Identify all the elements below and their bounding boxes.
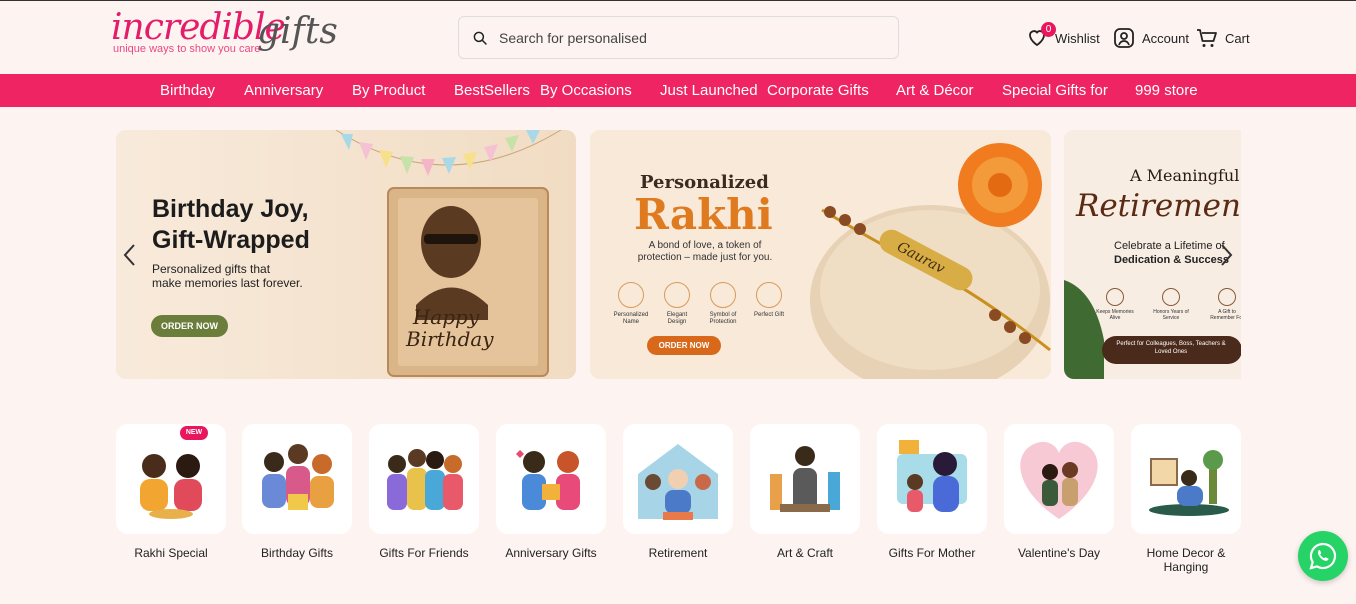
banner1-order-button[interactable]: ORDER NOW bbox=[151, 315, 228, 337]
category-art-craft[interactable]: Art & Craft bbox=[750, 424, 860, 560]
category-tile bbox=[369, 424, 479, 534]
rakhi-feature-2: Elegant Design bbox=[666, 312, 688, 325]
banner-retirement[interactable]: A Meaningful Retirement G Celebrate a Li… bbox=[1064, 130, 1241, 379]
banner1-title-line1: Birthday Joy, bbox=[152, 195, 309, 223]
rakhi-illustration-icon bbox=[140, 454, 202, 519]
nav-art-decor[interactable]: Art & Décor bbox=[896, 74, 974, 107]
art-craft-illustration-icon bbox=[770, 446, 840, 512]
nav-corporate-gifts[interactable]: Corporate Gifts bbox=[767, 74, 869, 107]
new-badge: NEW bbox=[180, 426, 208, 440]
banner3-footer-text: Perfect for Colleagues, Boss, Teachers &… bbox=[1116, 341, 1226, 355]
wishlist-count-badge: 0 bbox=[1041, 21, 1056, 37]
valentine-illustration-icon bbox=[1020, 441, 1098, 519]
user-icon bbox=[1114, 28, 1134, 48]
nav-anniversary[interactable]: Anniversary bbox=[244, 74, 323, 107]
category-label: Art & Craft bbox=[776, 546, 833, 560]
banner3-sub-line2: Dedication & Success bbox=[1114, 254, 1229, 266]
rakhi-feature-3: Symbol of Protection bbox=[709, 312, 737, 325]
birthday-illustration-icon bbox=[262, 444, 334, 510]
carousel-next-icon[interactable] bbox=[1216, 242, 1236, 268]
cart-label: Cart bbox=[1225, 30, 1250, 46]
category-tile bbox=[1131, 424, 1241, 534]
nav-birthday[interactable]: Birthday bbox=[160, 74, 215, 107]
cart-link[interactable]: Cart bbox=[1195, 24, 1250, 52]
category-tile bbox=[1004, 424, 1114, 534]
category-label: Birthday Gifts bbox=[260, 546, 334, 560]
nav-by-product[interactable]: By Product bbox=[352, 74, 425, 107]
category-label: Gifts For Friends bbox=[379, 546, 469, 560]
category-label: Valentine's Day bbox=[1017, 546, 1101, 560]
banner3-title-line2: Retirement G bbox=[1076, 188, 1241, 224]
whatsapp-chat-button[interactable] bbox=[1298, 531, 1348, 581]
nav-bestsellers[interactable]: BestSellers bbox=[454, 74, 530, 107]
category-label: Gifts For Mother bbox=[888, 546, 976, 560]
logo-tagline: unique ways to show you care bbox=[113, 43, 261, 55]
category-tile bbox=[750, 424, 860, 534]
retirement-illustration-icon bbox=[638, 444, 718, 520]
category-label: Home Decor & Hanging bbox=[1146, 546, 1226, 574]
search-bar[interactable] bbox=[458, 16, 899, 59]
banner1-sub-line1: Personalized gifts that bbox=[152, 262, 271, 276]
banner-rakhi[interactable]: Personalized Rakhi A bond of love, a tok… bbox=[590, 130, 1051, 379]
category-gifts-for-mother[interactable]: Gifts For Mother bbox=[877, 424, 987, 560]
home-decor-illustration-icon bbox=[1149, 450, 1229, 516]
category-label: Retirement bbox=[648, 546, 708, 560]
account-label: Account bbox=[1142, 30, 1189, 46]
site-logo[interactable]: incredible gifts unique ways to show you… bbox=[111, 10, 338, 66]
search-input[interactable] bbox=[499, 29, 879, 46]
category-label: Rakhi Special bbox=[134, 546, 208, 560]
retire-feature-3: A Gift to Remember For bbox=[1210, 309, 1241, 321]
category-tile bbox=[877, 424, 987, 534]
search-icon bbox=[473, 31, 487, 45]
banner1-title-line2: Gift-Wrapped bbox=[152, 226, 310, 254]
banner2-title-line2: Rakhi bbox=[634, 190, 773, 239]
frame-text-birthday: Birthday bbox=[406, 327, 494, 351]
nav-just-launched[interactable]: Just Launched bbox=[660, 74, 758, 107]
category-valentines-day[interactable]: Valentine's Day bbox=[1004, 424, 1114, 560]
nav-by-occasions[interactable]: By Occasions bbox=[540, 74, 632, 107]
wishlist-label: Wishlist bbox=[1055, 30, 1100, 46]
anniversary-illustration-icon bbox=[516, 450, 580, 510]
category-tile: NEW bbox=[116, 424, 226, 534]
category-tile bbox=[623, 424, 733, 534]
banner3-title-line1: A Meaningful bbox=[1130, 166, 1240, 185]
nav-999-store[interactable]: 999 store bbox=[1135, 74, 1198, 107]
rakhi-feature-1: Personalized Name bbox=[613, 312, 649, 325]
category-anniversary-gifts[interactable]: Anniversary Gifts bbox=[496, 424, 606, 560]
retire-feature-1: Keeps Memories Alive bbox=[1096, 309, 1134, 321]
nav-special-gifts[interactable]: Special Gifts for bbox=[1002, 74, 1108, 107]
banner2-sub-line2: protection – made just for you. bbox=[637, 252, 773, 263]
frame-text-happy: Happy bbox=[412, 305, 480, 329]
category-gifts-for-friends[interactable]: Gifts For Friends bbox=[369, 424, 479, 560]
banner3-sub-line1: Celebrate a Lifetime of bbox=[1114, 240, 1225, 252]
rakhi-feature-4: Perfect Gift bbox=[753, 312, 784, 318]
carousel-prev-icon[interactable] bbox=[120, 242, 140, 268]
banner2-sub-line1: A bond of love, a token of bbox=[648, 240, 762, 251]
logo-gifts-text: gifts bbox=[257, 11, 338, 52]
banner-birthday[interactable]: Birthday Joy, Gift-Wrapped Personalized … bbox=[116, 130, 576, 379]
mother-illustration-icon bbox=[897, 440, 967, 512]
whatsapp-icon bbox=[1309, 542, 1337, 570]
category-tile bbox=[242, 424, 352, 534]
wishlist-link[interactable]: 0 Wishlist bbox=[1025, 21, 1100, 52]
category-retirement[interactable]: Retirement bbox=[623, 424, 733, 560]
site-header: incredible gifts unique ways to show you… bbox=[0, 1, 1356, 74]
category-birthday-gifts[interactable]: Birthday Gifts bbox=[242, 424, 352, 560]
category-label: Anniversary Gifts bbox=[505, 546, 597, 560]
account-link[interactable]: Account bbox=[1112, 24, 1189, 52]
cart-icon bbox=[1197, 29, 1217, 47]
category-home-decor-hanging[interactable]: Home Decor & Hanging bbox=[1131, 424, 1241, 574]
main-nav: Birthday Anniversary By Product BestSell… bbox=[0, 74, 1356, 107]
friends-illustration-icon bbox=[387, 449, 463, 510]
banner2-order-button[interactable]: ORDER NOW bbox=[647, 336, 721, 355]
banner1-sub-line2: make memories last forever. bbox=[152, 276, 303, 290]
retire-feature-2: Honors Years of Service bbox=[1153, 309, 1189, 321]
category-tile bbox=[496, 424, 606, 534]
category-rakhi-special[interactable]: NEW Rakhi Special bbox=[116, 424, 226, 560]
